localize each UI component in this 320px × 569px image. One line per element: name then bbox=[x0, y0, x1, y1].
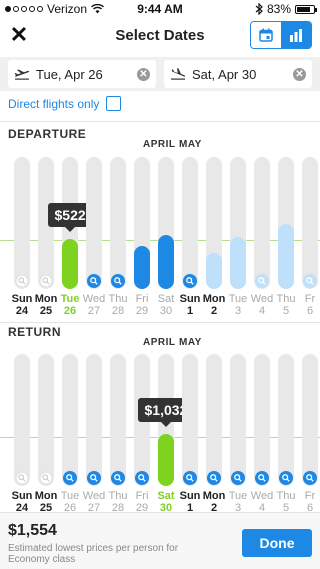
price-bar[interactable] bbox=[206, 253, 222, 289]
day-column[interactable] bbox=[14, 354, 30, 486]
return-date-field[interactable]: Sat, Apr 30 ✕ bbox=[164, 60, 312, 88]
price-bar[interactable] bbox=[134, 246, 150, 289]
day-column[interactable] bbox=[182, 354, 198, 486]
search-icon[interactable] bbox=[87, 471, 101, 485]
direct-flights-label: Direct flights only bbox=[8, 96, 100, 111]
month-april-label: APRIL bbox=[143, 139, 176, 150]
day-column[interactable] bbox=[254, 354, 270, 486]
clear-icon[interactable]: ✕ bbox=[293, 67, 306, 81]
date-inputs: Tue, Apr 26 ✕ Sat, Apr 30 ✕ bbox=[0, 57, 320, 91]
day-column[interactable] bbox=[158, 157, 174, 289]
search-icon[interactable] bbox=[303, 471, 317, 485]
price-note: Estimated lowest prices per person for E… bbox=[8, 543, 179, 565]
month-april-label: APRIL bbox=[143, 337, 176, 348]
search-icon[interactable] bbox=[279, 471, 293, 485]
chart-view-button[interactable] bbox=[281, 22, 311, 48]
no-data-icon bbox=[39, 274, 53, 288]
battery-icon bbox=[295, 4, 317, 14]
day-name: Fr bbox=[304, 490, 316, 502]
search-icon[interactable] bbox=[231, 471, 245, 485]
departure-heading: DEPARTURE bbox=[8, 127, 87, 141]
day-column[interactable] bbox=[110, 157, 126, 289]
status-right: 83% bbox=[255, 2, 317, 16]
plane-depart-icon bbox=[14, 69, 30, 80]
month-may-label: MAY bbox=[179, 139, 202, 150]
day-column[interactable] bbox=[86, 157, 102, 289]
day-column[interactable] bbox=[206, 354, 222, 486]
battery-percent: 83% bbox=[266, 2, 291, 16]
day-column[interactable] bbox=[86, 354, 102, 486]
no-data-icon bbox=[15, 471, 29, 485]
done-button[interactable]: Done bbox=[242, 529, 312, 557]
search-icon[interactable] bbox=[135, 471, 149, 485]
day-column[interactable] bbox=[302, 157, 318, 289]
direct-flights-toggle[interactable]: Direct flights only bbox=[8, 96, 122, 111]
return-chart: Sun 24 Mon 25 Tue 26 Wed 27 Thu 28 Fri 29 $1,032 Sat 3… bbox=[0, 354, 320, 514]
search-icon[interactable] bbox=[255, 274, 269, 288]
price-bar[interactable] bbox=[158, 235, 174, 289]
day-column[interactable] bbox=[278, 157, 294, 289]
day-label[interactable]: Fr 6 bbox=[295, 293, 320, 317]
search-icon[interactable] bbox=[111, 471, 125, 485]
day-column[interactable] bbox=[134, 157, 150, 289]
search-icon[interactable] bbox=[111, 274, 125, 288]
day-column[interactable] bbox=[278, 354, 294, 486]
depart-date-value: Tue, Apr 26 bbox=[36, 66, 103, 82]
no-data-icon bbox=[39, 471, 53, 485]
price-bar[interactable] bbox=[230, 237, 246, 289]
day-column[interactable] bbox=[254, 157, 270, 289]
view-toggle[interactable] bbox=[250, 21, 312, 49]
departure-chart: Sun 24 Mon 25 $522 Tue 26 Wed 27 Thu 28 Fri 29 Sat 30 S… bbox=[0, 157, 320, 317]
month-may-label: MAY bbox=[179, 337, 202, 348]
day-column[interactable] bbox=[62, 354, 78, 486]
divider bbox=[0, 322, 320, 323]
price-bar[interactable] bbox=[158, 434, 174, 486]
return-heading: RETURN bbox=[8, 325, 61, 339]
bluetooth-icon bbox=[255, 3, 263, 15]
calendar-view-button[interactable] bbox=[251, 22, 281, 48]
price-bar[interactable] bbox=[62, 239, 78, 289]
plane-return-icon bbox=[171, 68, 186, 80]
day-label[interactable]: Fr 6 bbox=[295, 490, 320, 514]
day-column[interactable] bbox=[206, 157, 222, 289]
bar-chart-icon bbox=[290, 29, 302, 42]
day-name: Fr bbox=[304, 293, 316, 305]
direct-flights-checkbox[interactable] bbox=[106, 96, 122, 111]
search-icon[interactable] bbox=[87, 274, 101, 288]
price-bar[interactable] bbox=[278, 224, 294, 289]
day-column[interactable] bbox=[230, 157, 246, 289]
day-column[interactable] bbox=[182, 157, 198, 289]
status-bar: Verizon 9:44 AM 83% bbox=[0, 0, 320, 18]
divider bbox=[0, 121, 320, 122]
day-column[interactable] bbox=[110, 354, 126, 486]
no-data-icon bbox=[15, 274, 29, 288]
search-icon[interactable] bbox=[303, 274, 317, 288]
calendar-icon bbox=[259, 28, 273, 42]
day-column[interactable] bbox=[302, 354, 318, 486]
day-column[interactable] bbox=[38, 354, 54, 486]
footer: $1,554 Estimated lowest prices per perso… bbox=[0, 512, 320, 569]
search-icon[interactable] bbox=[63, 471, 77, 485]
search-icon[interactable] bbox=[183, 471, 197, 485]
search-icon[interactable] bbox=[207, 471, 221, 485]
day-column[interactable] bbox=[230, 354, 246, 486]
search-icon[interactable] bbox=[255, 471, 269, 485]
nav-bar: ✕ Select Dates bbox=[0, 18, 320, 54]
depart-date-field[interactable]: Tue, Apr 26 ✕ bbox=[8, 60, 156, 88]
clear-icon[interactable]: ✕ bbox=[137, 67, 150, 81]
search-icon[interactable] bbox=[183, 274, 197, 288]
total-price: $1,554 bbox=[8, 522, 57, 539]
day-column[interactable] bbox=[14, 157, 30, 289]
day-date: 6 bbox=[306, 305, 314, 317]
return-date-value: Sat, Apr 30 bbox=[192, 66, 257, 82]
